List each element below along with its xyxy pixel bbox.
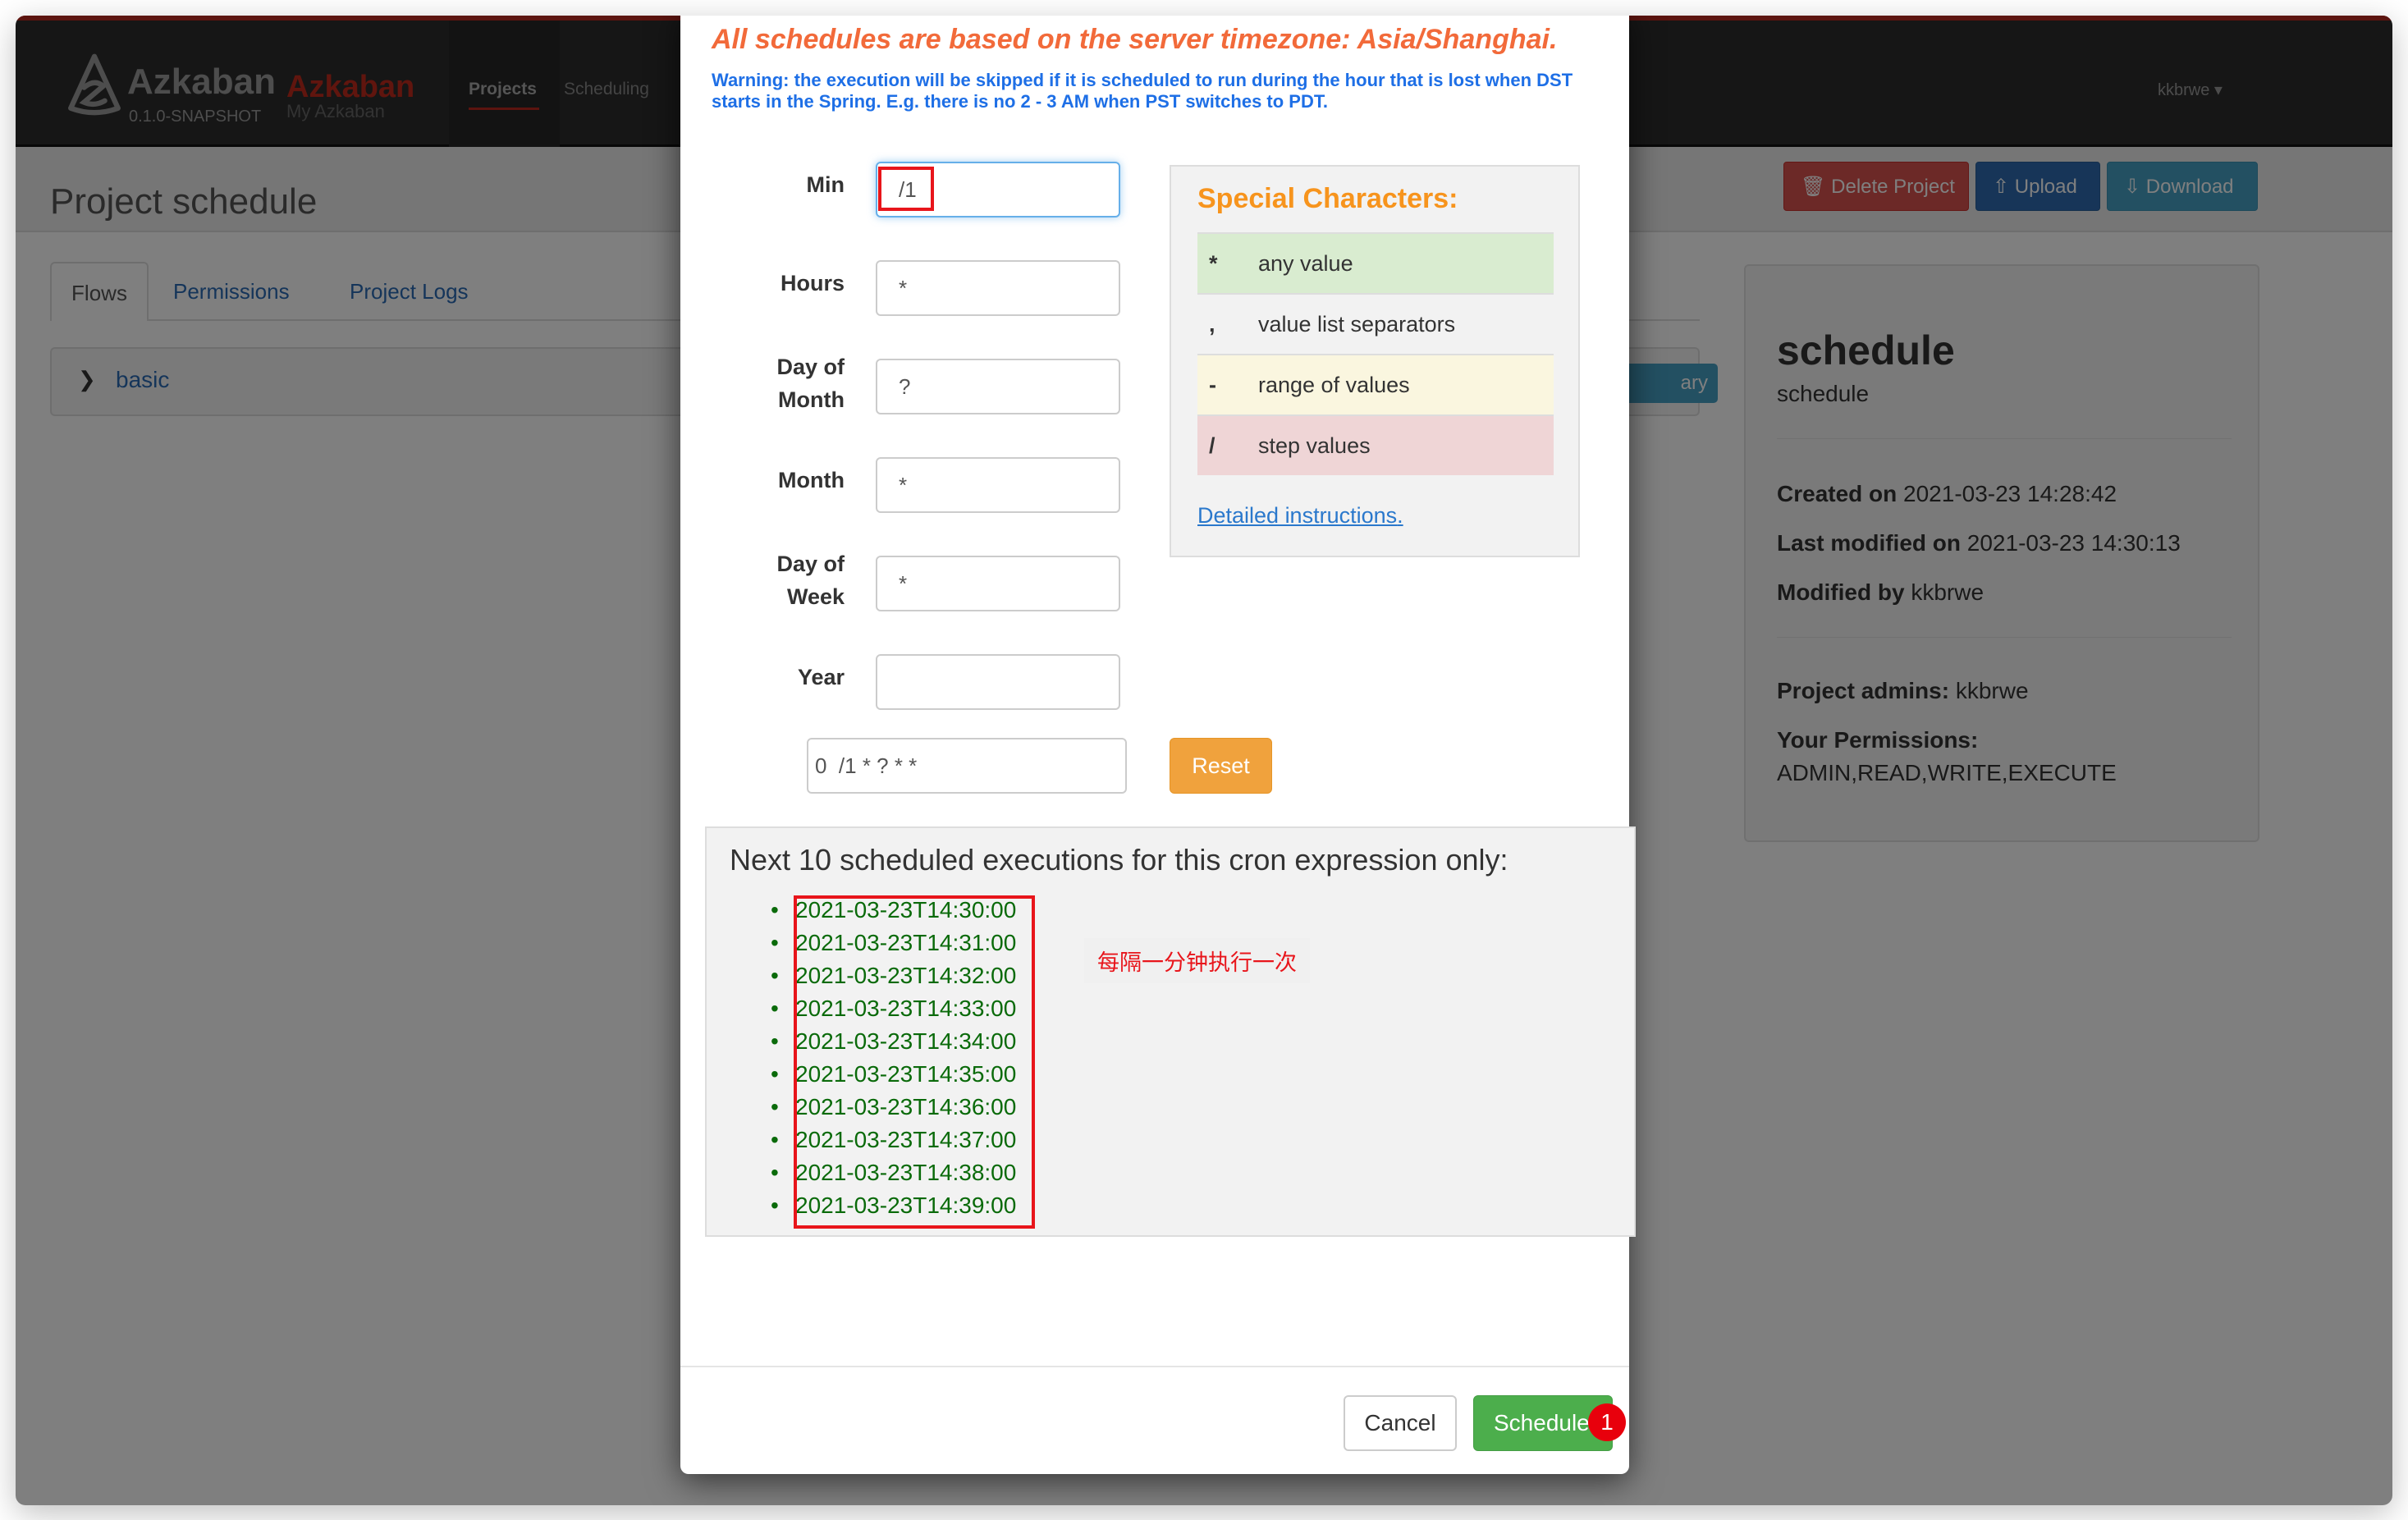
next-executions-title: Next 10 scheduled executions for this cr…: [730, 843, 1508, 877]
execution-item: 2021-03-23T14:34:00: [771, 1025, 1016, 1058]
special-char-row: * any value: [1197, 232, 1554, 293]
special-characters-box: Special Characters: * any value , value …: [1170, 165, 1580, 557]
execution-item: 2021-03-23T14:30:00: [771, 894, 1016, 927]
hours-label: Hours: [780, 271, 845, 295]
cancel-button[interactable]: Cancel: [1344, 1395, 1457, 1451]
dst-warning: Warning: the execution will be skipped i…: [712, 70, 1573, 112]
special-char-description: value list separators: [1258, 312, 1456, 337]
execution-item: 2021-03-23T14:32:00: [771, 959, 1016, 992]
hours-input[interactable]: [876, 260, 1120, 316]
link-suffix: .: [1397, 503, 1403, 528]
month-input[interactable]: [876, 457, 1120, 513]
execution-item: 2021-03-23T14:39:00: [771, 1189, 1016, 1222]
special-char-description: any value: [1258, 251, 1353, 276]
cron-expression-input[interactable]: [807, 738, 1127, 794]
next-executions-panel: Next 10 scheduled executions for this cr…: [705, 826, 1636, 1237]
execution-item: 2021-03-23T14:36:00: [771, 1091, 1016, 1124]
execution-item: 2021-03-23T14:35:00: [771, 1058, 1016, 1091]
min-label: Min: [806, 172, 845, 197]
special-char-row: - range of values: [1197, 354, 1554, 414]
reset-button[interactable]: Reset: [1170, 738, 1272, 794]
timezone-note: All schedules are based on the server ti…: [712, 24, 1558, 55]
day-of-week-label: Day of Week: [776, 552, 845, 609]
execution-item: 2021-03-23T14:33:00: [771, 992, 1016, 1025]
execution-list: 2021-03-23T14:30:00 2021-03-23T14:31:00 …: [771, 894, 1016, 1222]
special-char-symbol: -: [1209, 373, 1216, 397]
annotation-step-badge: 1: [1588, 1403, 1626, 1441]
modal-footer-divider: [680, 1366, 1629, 1367]
special-char-symbol: /: [1209, 433, 1215, 458]
day-of-week-input[interactable]: [876, 556, 1120, 611]
execution-item: 2021-03-23T14:38:00: [771, 1156, 1016, 1189]
month-label: Month: [778, 468, 845, 492]
day-of-month-label: Day of Month: [776, 355, 845, 412]
execution-item: 2021-03-23T14:37:00: [771, 1124, 1016, 1156]
special-char-symbol: *: [1209, 251, 1218, 276]
special-characters-title: Special Characters:: [1197, 183, 1458, 214]
detailed-instructions-link[interactable]: Detailed instructions.: [1197, 503, 1403, 529]
min-input[interactable]: [876, 162, 1120, 217]
special-char-description: range of values: [1258, 373, 1410, 397]
detailed-instructions-text: Detailed instructions: [1197, 503, 1398, 528]
day-of-month-input[interactable]: [876, 359, 1120, 414]
execution-item: 2021-03-23T14:31:00: [771, 927, 1016, 959]
year-label: Year: [797, 665, 845, 689]
special-char-symbol: ,: [1209, 312, 1215, 337]
year-input[interactable]: [876, 654, 1120, 710]
special-char-row: / step values: [1197, 414, 1554, 475]
annotation-note: 每隔一分钟执行一次: [1084, 938, 1310, 983]
schedule-flow-modal: All schedules are based on the server ti…: [680, 16, 1636, 1474]
special-char-row: , value list separators: [1197, 293, 1554, 354]
browser-window: Azkaban Azkaban 0.1.0-SNAPSHOT My Azkaba…: [16, 16, 2392, 1505]
special-char-description: step values: [1258, 433, 1371, 458]
